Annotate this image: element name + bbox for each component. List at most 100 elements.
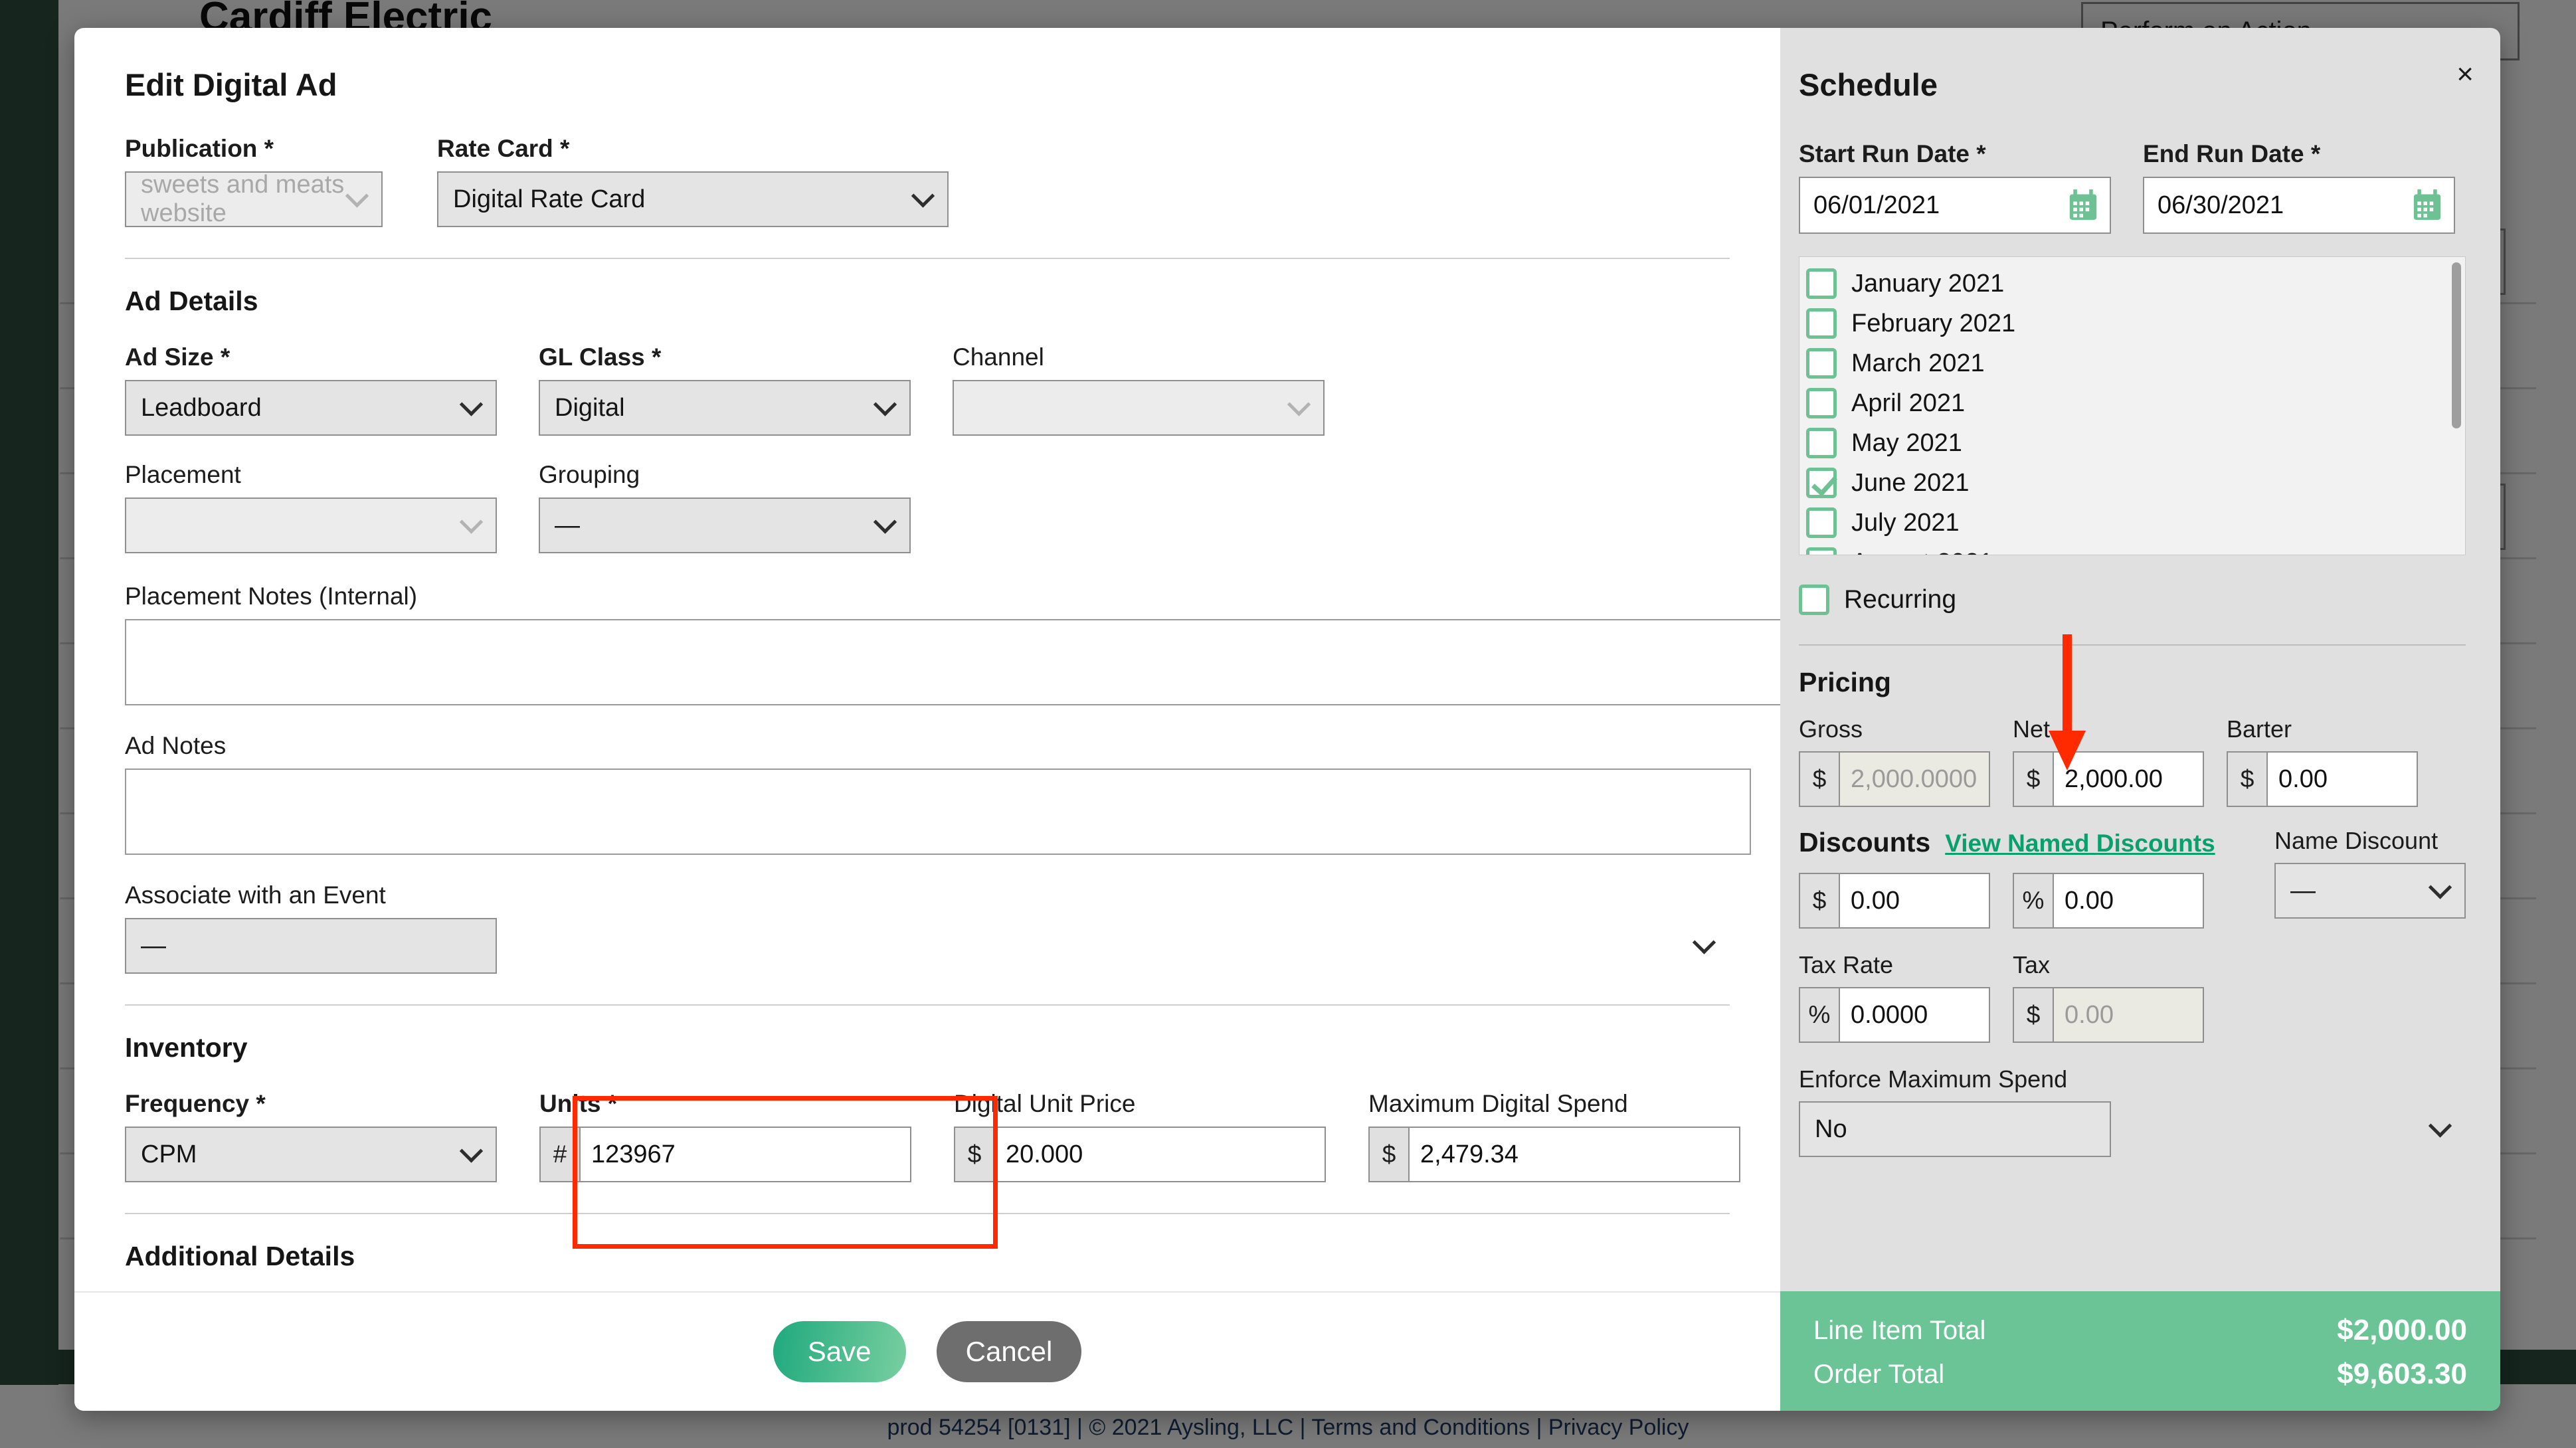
cancel-button[interactable]: Cancel — [936, 1321, 1082, 1382]
start-run-date-input[interactable]: 06/01/2021 — [1799, 177, 2111, 234]
units-input[interactable] — [579, 1127, 911, 1182]
channel-label: Channel — [953, 343, 1044, 371]
save-button[interactable]: Save — [773, 1321, 906, 1382]
net-label: Net — [2013, 715, 2051, 743]
ad-size-field: Ad Size * Leadboard — [125, 343, 497, 436]
month-row[interactable]: July 2021 — [1806, 503, 2465, 543]
dollar-icon: $ — [1799, 751, 1839, 807]
order-total-label: Order Total — [1813, 1359, 1945, 1389]
divider — [125, 1004, 1730, 1006]
month-list-scrollbar[interactable] — [2452, 262, 2461, 428]
digital-unit-price-label: Digital Unit Price — [954, 1090, 1136, 1117]
month-checkbox[interactable] — [1806, 547, 1837, 555]
enforce-maximum-spend-select[interactable]: No — [1799, 1101, 2111, 1157]
gl-class-select[interactable]: Digital — [539, 380, 911, 436]
gl-class-value: Digital — [555, 393, 625, 422]
month-row[interactable]: January 2021 — [1806, 264, 2465, 304]
pricing-section-title: Pricing — [1799, 667, 1891, 697]
recurring-checkbox-row[interactable]: Recurring — [1799, 585, 2466, 615]
month-label: July 2021 — [1851, 508, 1960, 537]
units-field: Units * # — [539, 1090, 911, 1182]
month-checkbox[interactable] — [1806, 348, 1837, 379]
ad-notes-input[interactable] — [125, 769, 1751, 855]
month-row[interactable]: February 2021 — [1806, 304, 2465, 343]
units-prefix-icon: # — [539, 1127, 579, 1182]
discount-amount-input[interactable] — [1839, 873, 1990, 929]
name-discount-select[interactable]: — — [2274, 863, 2466, 919]
enforce-maximum-spend-label: Enforce Maximum Spend — [1799, 1065, 2068, 1093]
additional-details-section-title: Additional Details — [125, 1241, 355, 1271]
digital-unit-price-field: Digital Unit Price $ — [954, 1090, 1326, 1182]
month-label: February 2021 — [1851, 309, 2016, 337]
gross-field: Gross $ — [1799, 715, 1990, 807]
line-item-total-label: Line Item Total — [1813, 1315, 1986, 1345]
enforce-maximum-spend-value: No — [1815, 1115, 1847, 1143]
publication-field: Publication * sweets and meats website — [125, 135, 383, 227]
month-checkbox[interactable] — [1806, 468, 1837, 498]
name-discount-value: — — [2290, 876, 2316, 905]
modal-left-pane: Edit Digital Ad Publication * sweets and… — [74, 28, 1780, 1411]
order-total-value: $9,603.30 — [2337, 1358, 2467, 1390]
discount-percent-input[interactable] — [2053, 873, 2204, 929]
ad-size-select[interactable]: Leadboard — [125, 380, 497, 436]
frequency-select[interactable]: CPM — [125, 1127, 497, 1182]
view-named-discounts-link[interactable]: View Named Discounts — [1945, 830, 2215, 858]
frequency-label: Frequency * — [125, 1090, 266, 1117]
month-checkbox[interactable] — [1806, 268, 1837, 299]
ad-size-value: Leadboard — [141, 393, 262, 422]
line-item-total-value: $2,000.00 — [2337, 1314, 2467, 1346]
month-row[interactable]: August 2021 — [1806, 543, 2465, 555]
rate-card-select[interactable]: Digital Rate Card — [437, 171, 949, 227]
placement-notes-input[interactable] — [125, 619, 1780, 705]
modal-left-scroll-area: Edit Digital Ad Publication * sweets and… — [74, 28, 1780, 1290]
rate-card-value: Digital Rate Card — [453, 185, 646, 213]
month-label: May 2021 — [1851, 428, 1962, 457]
barter-input[interactable] — [2266, 751, 2418, 807]
close-icon[interactable]: × — [2456, 60, 2474, 89]
gross-label: Gross — [1799, 715, 1863, 743]
ad-notes-label: Ad Notes — [125, 732, 227, 759]
grouping-select[interactable]: — — [539, 498, 911, 553]
totals-bar: Line Item Total $2,000.00 Order Total $9… — [1780, 1291, 2500, 1411]
month-row[interactable]: May 2021 — [1806, 423, 2465, 463]
tax-rate-field: Tax Rate % — [1799, 951, 1990, 1043]
placement-select[interactable] — [125, 498, 497, 553]
gl-class-field: GL Class * Digital — [539, 343, 911, 436]
associate-event-select[interactable]: — — [125, 918, 497, 974]
placement-notes-field: Placement Notes (Internal) — [125, 583, 1780, 705]
edit-digital-ad-modal: Edit Digital Ad Publication * sweets and… — [74, 28, 2500, 1411]
month-label: June 2021 — [1851, 468, 1970, 497]
month-label: January 2021 — [1851, 269, 2005, 298]
month-row[interactable]: June 2021 — [1806, 463, 2465, 503]
grouping-value: — — [555, 511, 580, 539]
tax-rate-input[interactable] — [1839, 987, 1990, 1043]
dollar-icon: $ — [954, 1127, 994, 1182]
tax-field: Tax $ — [2013, 951, 2204, 1043]
digital-unit-price-input[interactable] — [994, 1127, 1326, 1182]
modal-footer: Save Cancel — [74, 1291, 1780, 1411]
month-checkbox[interactable] — [1806, 308, 1837, 339]
end-run-date-input[interactable]: 06/30/2021 — [2143, 177, 2455, 234]
calendar-icon[interactable] — [2413, 189, 2442, 221]
placement-notes-label: Placement Notes (Internal) — [125, 583, 418, 610]
maximum-digital-spend-input[interactable] — [1408, 1127, 1740, 1182]
month-checkbox[interactable] — [1806, 507, 1837, 538]
associate-event-field: Associate with an Event — — [125, 881, 1730, 974]
publication-select[interactable]: sweets and meats website — [125, 171, 383, 227]
channel-field: Channel — [953, 343, 1325, 436]
channel-select[interactable] — [953, 380, 1325, 436]
month-checkbox[interactable] — [1806, 428, 1837, 458]
month-row[interactable]: April 2021 — [1806, 383, 2465, 423]
end-run-date-label: End Run Date * — [2143, 140, 2321, 167]
month-checkbox-list[interactable]: January 2021 February 2021 March 2021 April… — [1799, 256, 2466, 555]
month-checkbox[interactable] — [1806, 388, 1837, 418]
modal-right-pane: × Schedule Start Run Date * 06/01/2021 E… — [1780, 28, 2500, 1411]
ad-size-label: Ad Size * — [125, 343, 230, 371]
net-input[interactable] — [2053, 751, 2204, 807]
name-discount-field: Name Discount — — [2274, 827, 2466, 919]
start-run-date-label: Start Run Date * — [1799, 140, 1986, 167]
recurring-checkbox[interactable] — [1799, 585, 1829, 615]
month-row[interactable]: March 2021 — [1806, 343, 2465, 383]
calendar-icon[interactable] — [2069, 189, 2098, 221]
percent-icon: % — [1799, 987, 1839, 1043]
